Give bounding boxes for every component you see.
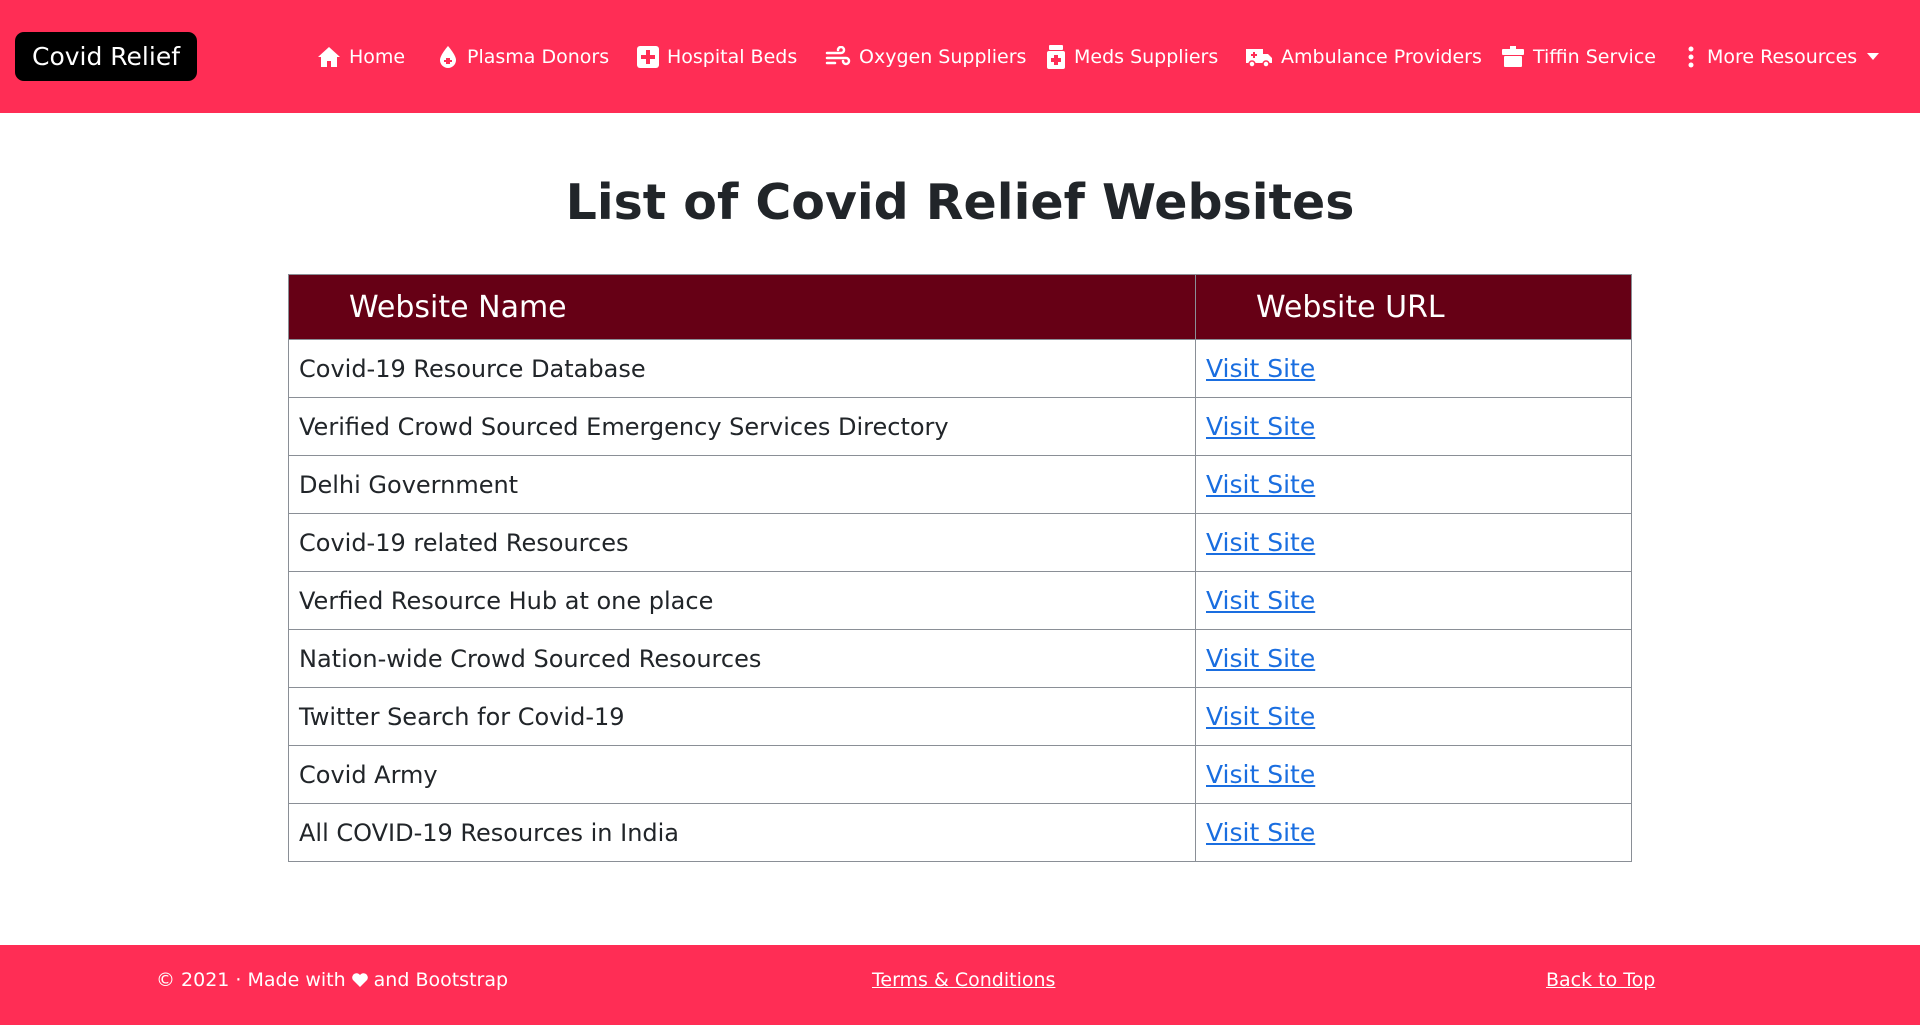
website-name-cell: Verfied Resource Hub at one place bbox=[288, 571, 1196, 630]
table-row: Covid-19 related Resources Visit Site bbox=[288, 513, 1632, 572]
nav-item-label: Hospital Beds bbox=[667, 45, 798, 68]
back-to-top-link[interactable]: Back to Top bbox=[1546, 945, 1655, 1015]
nav-item-label: More Resources bbox=[1707, 45, 1858, 68]
top-navbar: Covid Relief Home Plasma Donors Hospital… bbox=[0, 0, 1920, 113]
nav-item-meds-suppliers[interactable]: Meds Suppliers bbox=[1046, 0, 1218, 113]
website-url-cell: Visit Site bbox=[1195, 803, 1632, 862]
visit-site-link[interactable]: Visit Site bbox=[1206, 412, 1315, 441]
visit-site-link[interactable]: Visit Site bbox=[1206, 644, 1315, 673]
nav-item-label: Plasma Donors bbox=[467, 45, 610, 68]
website-name-cell: Covid-19 Resource Database bbox=[288, 339, 1196, 398]
website-url-cell: Visit Site bbox=[1195, 513, 1632, 572]
website-name-cell: Twitter Search for Covid-19 bbox=[288, 687, 1196, 746]
visit-site-link[interactable]: Visit Site bbox=[1206, 818, 1315, 847]
table-row: Twitter Search for Covid-19 Visit Site bbox=[288, 687, 1632, 746]
website-url-cell: Visit Site bbox=[1195, 571, 1632, 630]
brand-logo-button[interactable]: Covid Relief bbox=[15, 32, 197, 81]
nav-item-tiffin-service[interactable]: Tiffin Service bbox=[1501, 0, 1656, 113]
nav-item-oxygen-suppliers[interactable]: Oxygen Suppliers bbox=[825, 0, 1026, 113]
table-row: Covid Army Visit Site bbox=[288, 745, 1632, 804]
website-url-cell: Visit Site bbox=[1195, 339, 1632, 398]
tiffin-icon bbox=[1502, 45, 1524, 67]
visit-site-link[interactable]: Visit Site bbox=[1206, 354, 1315, 383]
website-name-cell: Verified Crowd Sourced Emergency Service… bbox=[288, 397, 1196, 456]
website-name-cell: Covid Army bbox=[288, 745, 1196, 804]
ambulance-icon bbox=[1246, 48, 1272, 68]
website-url-cell: Visit Site bbox=[1195, 455, 1632, 514]
nav-item-label: Home bbox=[349, 45, 406, 68]
visit-site-link[interactable]: Visit Site bbox=[1206, 528, 1315, 557]
chevron-down-icon bbox=[1867, 53, 1880, 60]
wind-icon bbox=[825, 45, 851, 65]
nav-item-more-resources-dropdown[interactable]: More Resources bbox=[1683, 0, 1880, 113]
visit-site-link[interactable]: Visit Site bbox=[1206, 586, 1315, 615]
website-name-cell: Nation-wide Crowd Sourced Resources bbox=[288, 629, 1196, 688]
website-url-cell: Visit Site bbox=[1195, 745, 1632, 804]
page-title: List of Covid Relief Websites bbox=[565, 174, 1355, 231]
website-name-cell: Covid-19 related Resources bbox=[288, 513, 1196, 572]
vertical-dots-icon bbox=[1688, 46, 1694, 67]
nav-item-plasma-donors[interactable]: Plasma Donors bbox=[437, 0, 609, 113]
page-footer: © 2021 · Made with and Bootstrap Terms &… bbox=[0, 945, 1920, 1025]
nav-item-label: Ambulance Providers bbox=[1281, 45, 1482, 68]
table-row: Nation-wide Crowd Sourced Resources Visi… bbox=[288, 629, 1632, 688]
website-url-cell: Visit Site bbox=[1195, 629, 1632, 688]
table-header-row: Website Name Website URL bbox=[288, 274, 1632, 340]
nav-item-home[interactable]: Home bbox=[317, 0, 405, 113]
medical-cross-icon bbox=[637, 45, 659, 68]
websites-table: Website Name Website URL Covid-19 Resour… bbox=[288, 274, 1632, 862]
website-name-cell: All COVID-19 Resources in India bbox=[288, 803, 1196, 862]
nav-item-label: Tiffin Service bbox=[1533, 45, 1656, 68]
nav-item-hospital-beds[interactable]: Hospital Beds bbox=[637, 0, 797, 113]
visit-site-link[interactable]: Visit Site bbox=[1206, 470, 1315, 499]
column-header-website-url: Website URL bbox=[1195, 274, 1632, 340]
table-row: Delhi Government Visit Site bbox=[288, 455, 1632, 514]
table-row: Verified Crowd Sourced Emergency Service… bbox=[288, 397, 1632, 456]
medicine-bottle-icon bbox=[1047, 44, 1065, 69]
website-name-cell: Delhi Government bbox=[288, 455, 1196, 514]
nav-item-ambulance-providers[interactable]: Ambulance Providers bbox=[1245, 0, 1482, 113]
home-icon bbox=[318, 46, 340, 67]
heart-icon bbox=[351, 973, 368, 987]
visit-site-link[interactable]: Visit Site bbox=[1206, 702, 1315, 731]
visit-site-link[interactable]: Visit Site bbox=[1206, 760, 1315, 789]
website-url-cell: Visit Site bbox=[1195, 397, 1632, 456]
terms-conditions-link[interactable]: Terms & Conditions bbox=[872, 945, 1055, 1015]
copyright-text: © 2021 · Made with bbox=[156, 969, 346, 991]
footer-copyright: © 2021 · Made with and Bootstrap bbox=[156, 945, 508, 1015]
made-with-suffix: and Bootstrap bbox=[373, 969, 509, 991]
nav-item-label: Meds Suppliers bbox=[1074, 45, 1219, 68]
table-row: Verfied Resource Hub at one place Visit … bbox=[288, 571, 1632, 630]
website-url-cell: Visit Site bbox=[1195, 687, 1632, 746]
nav-item-label: Oxygen Suppliers bbox=[859, 45, 1027, 68]
blood-drop-icon bbox=[440, 45, 456, 68]
table-row: Covid-19 Resource Database Visit Site bbox=[288, 339, 1632, 398]
column-header-website-name: Website Name bbox=[288, 274, 1196, 340]
table-row: All COVID-19 Resources in India Visit Si… bbox=[288, 803, 1632, 862]
